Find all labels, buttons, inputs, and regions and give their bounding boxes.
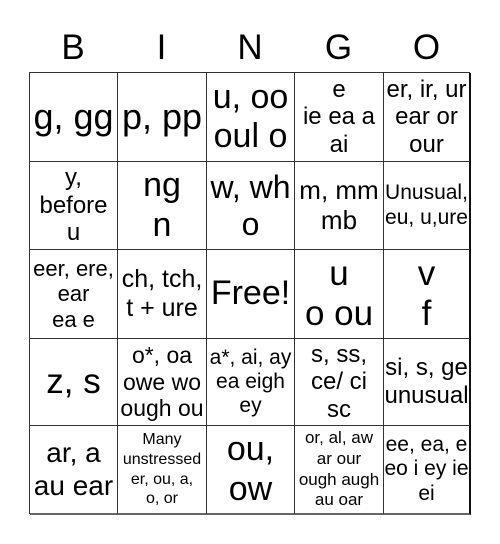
bingo-cell: si, s, ge unusual bbox=[384, 339, 471, 426]
bingo-cell: a*, ai, ay ea eigh ey bbox=[207, 339, 295, 426]
bingo-cell: Unusual, eu, u,ure bbox=[384, 162, 471, 250]
bingo-cell: ng n bbox=[118, 162, 207, 250]
bingo-cell: p, pp bbox=[118, 73, 207, 162]
bingo-cell: u, oo oul o bbox=[207, 73, 295, 162]
header-letter-o: O bbox=[412, 28, 441, 67]
bingo-cell: m, mm mb bbox=[295, 162, 384, 250]
bingo-cell: ch, tch, t + ure bbox=[118, 250, 207, 339]
bingo-cell: ee, ea, e eo i ey ie ei bbox=[384, 426, 471, 515]
bingo-header: B I N G O bbox=[29, 30, 470, 65]
header-letter-b: B bbox=[61, 28, 85, 67]
bingo-cell: s, ss, ce/ ci sc bbox=[295, 339, 384, 426]
bingo-cell: eer, ere, ear ea e bbox=[30, 250, 118, 339]
header-letter-g: G bbox=[324, 28, 353, 67]
bingo-cell: er, ir, ur ear or our bbox=[384, 73, 471, 162]
bingo-cell: g, gg bbox=[30, 73, 118, 162]
bingo-cell: o*, oa owe wo ough ou bbox=[118, 339, 207, 426]
bingo-cell: e ie ea a ai bbox=[295, 73, 384, 162]
bingo-cell: Many unstressed er, ou, a, o, or bbox=[118, 426, 207, 515]
bingo-cell: z, s bbox=[30, 339, 118, 426]
bingo-card-grid: g, gg p, pp u, oo oul o e ie ea a ai er,… bbox=[29, 72, 471, 515]
bingo-cell: v f bbox=[384, 250, 471, 339]
header-letter-i: I bbox=[156, 28, 167, 67]
bingo-cell: u o ou bbox=[295, 250, 384, 339]
bingo-cell: or, al, aw ar our ough augh au oar bbox=[295, 426, 384, 515]
bingo-cell: w, wh o bbox=[207, 162, 295, 250]
bingo-cell: y, before u bbox=[30, 162, 118, 250]
free-space-cell: Free! bbox=[207, 250, 295, 339]
bingo-cell: ou, ow bbox=[207, 426, 295, 515]
bingo-cell: ar, a au ear bbox=[30, 426, 118, 515]
header-letter-n: N bbox=[237, 28, 263, 67]
